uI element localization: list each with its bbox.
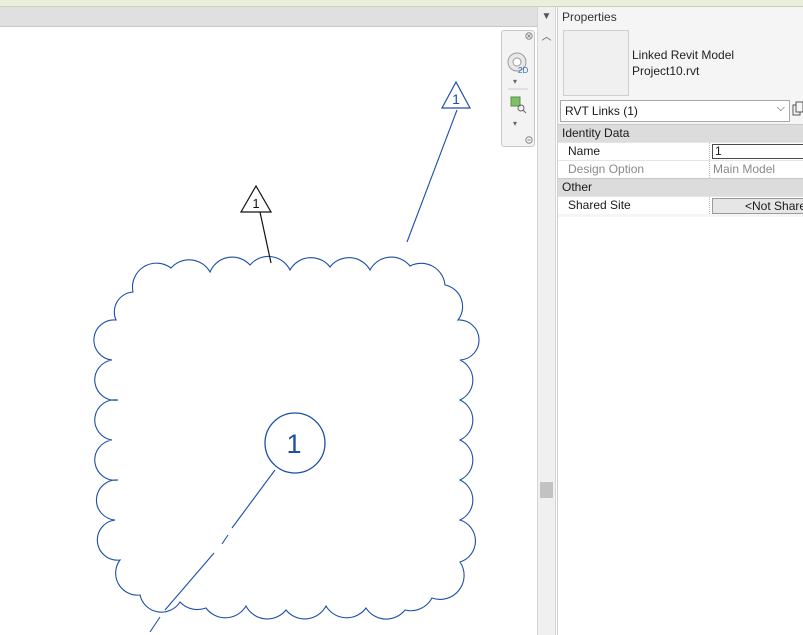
drawing-canvas[interactable]: 1 1 1 bbox=[0, 27, 537, 635]
design-option-value: Main Model bbox=[713, 162, 776, 176]
properties-grid: Identity Data Name 1 Design Option Main … bbox=[558, 124, 803, 214]
tag-leader-black bbox=[259, 211, 272, 264]
drawing-svg: 1 1 1 bbox=[93, 80, 480, 633]
edit-type-icon[interactable] bbox=[792, 100, 803, 120]
property-row-design-option: Design Option Main Model bbox=[558, 160, 803, 178]
chevron-down-icon[interactable]: ▾ bbox=[513, 77, 517, 86]
palette-title: Properties bbox=[562, 10, 617, 24]
chevron-down-icon[interactable]: ▾ bbox=[513, 119, 517, 128]
zoom-region-icon[interactable] bbox=[510, 96, 527, 114]
properties-empty-area bbox=[558, 217, 803, 635]
property-row-shared-site[interactable]: Shared Site <Not Shared> bbox=[558, 196, 803, 214]
scrollbar-thumb[interactable] bbox=[540, 482, 553, 498]
zoom-badge: 2D bbox=[518, 66, 528, 75]
property-label: Name bbox=[568, 144, 601, 158]
steering-wheel-2d-icon[interactable]: 2D bbox=[507, 52, 528, 75]
property-label: Design Option bbox=[568, 162, 645, 176]
type-selector-value: RVT Links (1) bbox=[565, 104, 638, 118]
scroll-up-icon[interactable]: ︿ bbox=[538, 31, 555, 45]
property-value-cell: Main Model bbox=[709, 161, 803, 178]
circle-tag-leader-b bbox=[221, 534, 229, 545]
group-header-identity-data[interactable]: Identity Data bbox=[558, 124, 803, 142]
property-value-cell[interactable]: 1 bbox=[709, 143, 803, 160]
property-row-name[interactable]: Name 1 bbox=[558, 142, 803, 160]
type-selector-dropdown[interactable]: RVT Links (1) ⌵ bbox=[560, 100, 790, 122]
revision-tag-circle-label: 1 bbox=[286, 429, 301, 459]
revision-tag-triangle-blue-label: 1 bbox=[452, 91, 460, 107]
shared-site-button[interactable]: <Not Shared> bbox=[712, 198, 803, 214]
circle-tag-leader-a bbox=[231, 469, 276, 529]
revision-tag-triangle-black-label: 1 bbox=[252, 196, 259, 211]
ribbon-edge bbox=[0, 0, 803, 7]
chevron-down-icon: ⌵ bbox=[776, 102, 785, 114]
tag-leader-blue bbox=[406, 109, 458, 243]
navigation-bar-icons: 2D ▾ ▾ bbox=[507, 32, 533, 144]
type-family: Linked Revit Model bbox=[632, 48, 735, 62]
circle-tag-leader-d bbox=[149, 616, 161, 633]
vertical-scrollbar[interactable]: ▼ ︿ bbox=[537, 7, 556, 635]
type-preview-image bbox=[563, 30, 629, 96]
type-name: Linked Revit Model Project10.rvt bbox=[632, 47, 734, 79]
property-label: Shared Site bbox=[568, 198, 631, 212]
type-file: Project10.rvt bbox=[632, 64, 700, 78]
properties-palette: Properties Linked Revit Model Project10.… bbox=[557, 7, 803, 635]
navigation-bar: 2D ▾ ▾ bbox=[501, 30, 535, 147]
circle-tag-leader-c bbox=[164, 552, 215, 611]
view-header-bar bbox=[0, 7, 537, 27]
property-value-cell[interactable]: <Not Shared> bbox=[709, 197, 803, 214]
close-icon[interactable] bbox=[525, 32, 533, 40]
chevron-down-icon[interactable]: ▼ bbox=[538, 10, 555, 24]
group-header-other[interactable]: Other bbox=[558, 178, 803, 196]
name-input[interactable]: 1 bbox=[712, 144, 803, 159]
minimize-icon[interactable] bbox=[525, 136, 533, 144]
